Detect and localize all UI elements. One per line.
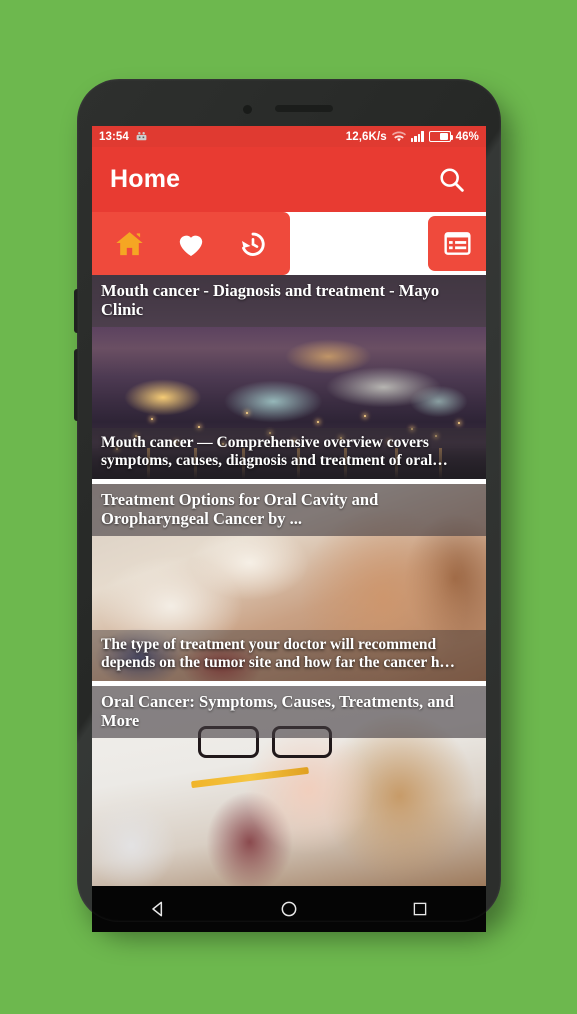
home-circle-icon[interactable]: [261, 889, 317, 929]
network-speed-label: 12,6K/s: [345, 130, 387, 143]
volume-button[interactable]: [74, 349, 78, 421]
android-navigation-bar: [92, 886, 486, 932]
page-title: Home: [110, 165, 181, 193]
article-card[interactable]: Treatment Options for Oral Cavity and Or…: [92, 484, 486, 681]
front-camera-icon: [243, 105, 252, 114]
signal-bars-icon: [410, 131, 424, 142]
phone-frame: 13:54 12,6K/s 46% Home Mouth cancer - Di…: [74, 79, 501, 932]
article-title: Treatment Options for Oral Cavity and Or…: [92, 484, 486, 536]
earpiece-speaker: [275, 105, 333, 112]
article-title: Oral Cancer: Symptoms, Causes, Treatment…: [92, 686, 486, 738]
phone-screen: 13:54 12,6K/s 46% Home Mouth cancer - Di…: [92, 126, 486, 886]
power-button[interactable]: [74, 289, 78, 333]
tab-group: [92, 212, 290, 275]
wifi-icon: [391, 131, 406, 143]
article-description: The type of treatment your doctor will r…: [92, 629, 486, 681]
battery-icon: [428, 131, 454, 142]
back-triangle-icon[interactable]: [130, 889, 186, 929]
article-card[interactable]: Oral Cancer: Symptoms, Causes, Treatment…: [92, 686, 486, 886]
article-card[interactable]: Mouth cancer - Diagnosis and treatment -…: [92, 275, 486, 479]
tab-strip: [92, 212, 486, 275]
article-feed[interactable]: Mouth cancer - Diagnosis and treatment -…: [92, 275, 486, 886]
tab-home[interactable]: [103, 218, 155, 270]
screenshot-stage: 13:54 12,6K/s 46% Home Mouth cancer - Di…: [0, 0, 577, 1014]
status-time: 13:54: [99, 130, 129, 143]
recents-square-icon[interactable]: [392, 889, 448, 929]
article-description: Mouth cancer — Comprehensive overview co…: [92, 427, 486, 479]
search-icon[interactable]: [434, 163, 468, 197]
list-menu-icon[interactable]: [428, 216, 486, 271]
battery-percent-label: 46%: [455, 130, 479, 143]
status-bar-right: 12,6K/s 46%: [346, 131, 479, 143]
article-title: Mouth cancer - Diagnosis and treatment -…: [92, 275, 486, 327]
status-bar-left: 13:54: [99, 130, 148, 143]
status-bar: 13:54 12,6K/s 46%: [92, 126, 486, 147]
pencil-shape: [190, 766, 309, 789]
tab-history[interactable]: [227, 218, 279, 270]
android-notification-icon: [135, 130, 148, 143]
app-bar: Home: [92, 147, 486, 212]
tab-favorites[interactable]: [165, 218, 217, 270]
